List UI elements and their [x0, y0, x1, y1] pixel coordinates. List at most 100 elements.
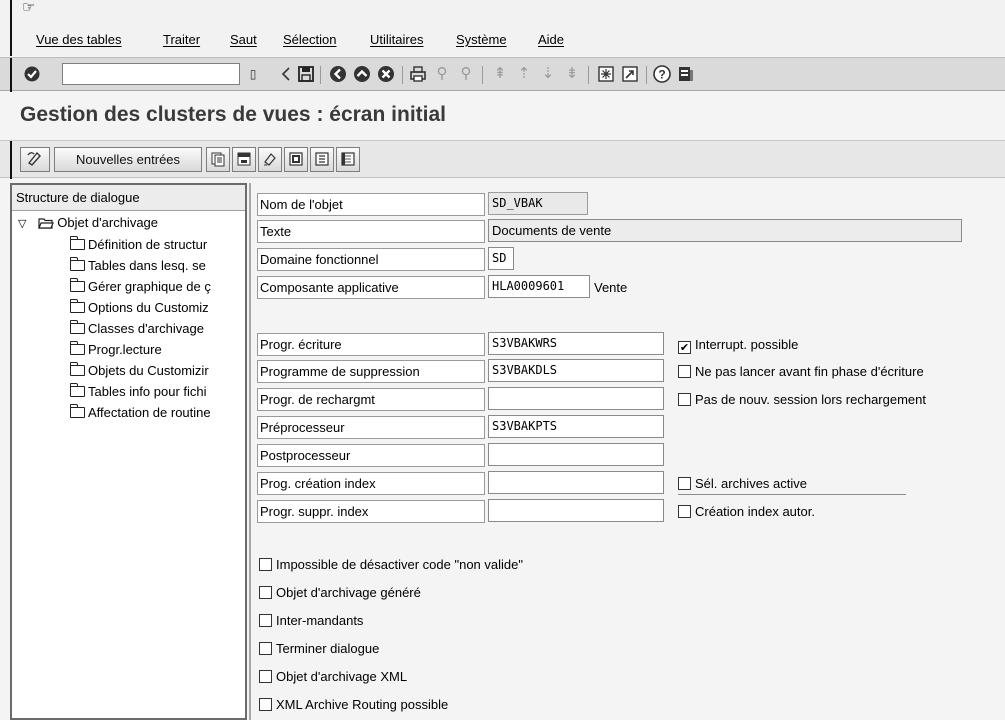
checkbox-icon[interactable] [678, 365, 691, 378]
command-field[interactable] [62, 63, 240, 85]
tree-item[interactable]: Gérer graphique de ç [70, 277, 245, 297]
checkbox-terminer-dialogue[interactable]: Terminer dialogue [259, 640, 379, 658]
checkbox-icon[interactable] [678, 505, 691, 518]
tree-header: Structure de dialogue [12, 185, 245, 211]
print-icon[interactable] [408, 64, 428, 84]
toolbar-separator [482, 66, 483, 84]
display-change-button[interactable] [20, 147, 50, 172]
tree-item[interactable]: Définition de structur [70, 235, 245, 255]
menu-system-icon[interactable]: ☞ [22, 0, 35, 16]
checkbox-icon[interactable] [259, 642, 272, 655]
menu-systeme[interactable]: Système [456, 32, 507, 47]
menu-aide[interactable]: Aide [538, 32, 564, 47]
select-all-button[interactable] [284, 147, 308, 172]
folder-icon [70, 404, 85, 418]
checkbox-impossible-desactiver[interactable]: Impossible de désactiver code "non valid… [259, 556, 523, 574]
tree-node-root[interactable]: ▽ Objet d'archivage [18, 213, 158, 233]
svg-text:?: ? [658, 68, 665, 82]
postprocesseur-field[interactable] [488, 443, 664, 466]
texte-field[interactable]: Documents de vente [488, 219, 962, 242]
checkbox-sel-archives[interactable]: Sél. archives active [678, 475, 807, 493]
checkbox-inter-mandants[interactable]: Inter-mandants [259, 612, 363, 630]
tree-item[interactable]: Options du Customiz [70, 298, 245, 318]
group-divider [678, 494, 906, 495]
next-page-icon[interactable]: ⇣ [538, 64, 558, 84]
tree-item-label: Objets du Customizir [88, 363, 209, 378]
back-arrow-icon[interactable] [276, 64, 296, 84]
delete-button[interactable] [232, 147, 256, 172]
exit-icon[interactable] [352, 64, 372, 84]
select-block-button[interactable] [310, 147, 334, 172]
checkbox-icon[interactable] [678, 393, 691, 406]
prev-page-icon[interactable]: ⇡ [514, 64, 534, 84]
help-icon[interactable]: ? [652, 64, 672, 84]
tree-item[interactable]: Progr.lecture [70, 340, 245, 360]
tree-item[interactable]: Objets du Customizir [70, 361, 245, 381]
checkbox-icon[interactable] [678, 477, 691, 490]
label-nom-objet: Nom de l'objet [257, 193, 485, 216]
deselect-all-button[interactable] [336, 147, 360, 172]
new-session-icon[interactable] [596, 64, 616, 84]
checkbox-xml-routing[interactable]: XML Archive Routing possible [259, 696, 448, 714]
checkbox-ne-pas-lancer[interactable]: Ne pas lancer avant fin phase d'écriture [678, 363, 924, 381]
undo-change-button[interactable] [258, 147, 282, 172]
preprocesseur-field[interactable]: S3VBAKPTS [488, 415, 664, 438]
composante-field[interactable]: HLA0009601 [488, 275, 590, 298]
prog-rechargement-field[interactable] [488, 387, 664, 410]
save-icon[interactable] [296, 64, 316, 84]
folder-icon [70, 320, 85, 334]
checkbox-icon[interactable] [259, 586, 272, 599]
tree-item-label: Classes d'archivage [88, 321, 204, 336]
label-domaine: Domaine fonctionnel [257, 248, 485, 271]
copy-as-button[interactable] [206, 147, 230, 172]
first-page-icon[interactable]: ⇞ [490, 64, 510, 84]
tree-item-label: Options du Customiz [88, 300, 209, 315]
new-entries-button[interactable]: Nouvelles entrées [54, 147, 202, 172]
checkbox-icon[interactable] [259, 698, 272, 711]
layout-icon[interactable] [676, 64, 696, 84]
menu-selection[interactable]: Sélection [283, 32, 336, 47]
menu-utilitaires[interactable]: Utilitaires [370, 32, 423, 47]
shortcut-icon[interactable] [620, 64, 640, 84]
checkbox-label: Sél. archives active [695, 476, 807, 491]
composante-description: Vente [594, 280, 628, 295]
checkbox-icon[interactable] [259, 670, 272, 683]
dialog-structure-tree: Structure de dialogue ▽ Objet d'archivag… [10, 183, 247, 720]
checkbox-pas-nouv-session[interactable]: Pas de nouv. session lors rechargement [678, 391, 926, 409]
checkbox-icon[interactable] [259, 558, 272, 571]
checkbox-objet-genere[interactable]: Objet d'archivage généré [259, 584, 421, 602]
checkbox-label: Ne pas lancer avant fin phase d'écriture [695, 364, 924, 379]
checkbox-objet-xml[interactable]: Objet d'archivage XML [259, 668, 407, 686]
tree-item[interactable]: Tables info pour fichi [70, 382, 245, 402]
label-prog-suppr-index: Progr. suppr. index [257, 500, 485, 523]
tree-item-label: Progr.lecture [88, 342, 162, 357]
prog-creation-index-field[interactable] [488, 471, 664, 494]
menu-saut[interactable]: Saut [230, 32, 257, 47]
cancel-icon[interactable] [376, 64, 396, 84]
checkbox-label: Pas de nouv. session lors rechargement [695, 392, 926, 407]
expand-triangle-icon[interactable]: ▽ [18, 214, 32, 233]
checkbox-label: XML Archive Routing possible [276, 697, 449, 712]
checkbox-interrupt[interactable]: ✔ Interrupt. possible [678, 336, 798, 354]
prog-suppression-field[interactable]: S3VBAKDLS [488, 359, 664, 382]
dropdown-icon[interactable]: ▯ [246, 64, 260, 84]
prog-ecriture-field[interactable]: S3VBAKWRS [488, 332, 664, 355]
label-postprocesseur: Postprocesseur [257, 444, 485, 467]
domaine-field[interactable]: SD [488, 247, 514, 270]
menu-vue-des-tables[interactable]: Vue des tables [36, 32, 122, 47]
checkbox-checked-icon[interactable]: ✔ [678, 341, 691, 354]
label-texte: Texte [257, 220, 485, 243]
find-next-icon[interactable]: ⚲ [456, 64, 476, 84]
find-icon[interactable]: ⚲ [432, 64, 452, 84]
tree-item[interactable]: Tables dans lesq. se [70, 256, 245, 276]
checkbox-creation-index[interactable]: Création index autor. [678, 503, 815, 521]
menu-traiter[interactable]: Traiter [163, 32, 200, 47]
tree-item[interactable]: Classes d'archivage [70, 319, 245, 339]
back-icon[interactable] [328, 64, 348, 84]
tree-item[interactable]: Affectation de routine [70, 403, 245, 423]
prog-suppr-index-field[interactable] [488, 499, 664, 522]
checkbox-icon[interactable] [259, 614, 272, 627]
last-page-icon[interactable]: ⇟ [562, 64, 582, 84]
enter-icon[interactable] [22, 64, 42, 84]
standard-toolbar: ▯ ⚲ ⚲ ⇞ ⇡ ⇣ ⇟ ? [0, 57, 1005, 92]
